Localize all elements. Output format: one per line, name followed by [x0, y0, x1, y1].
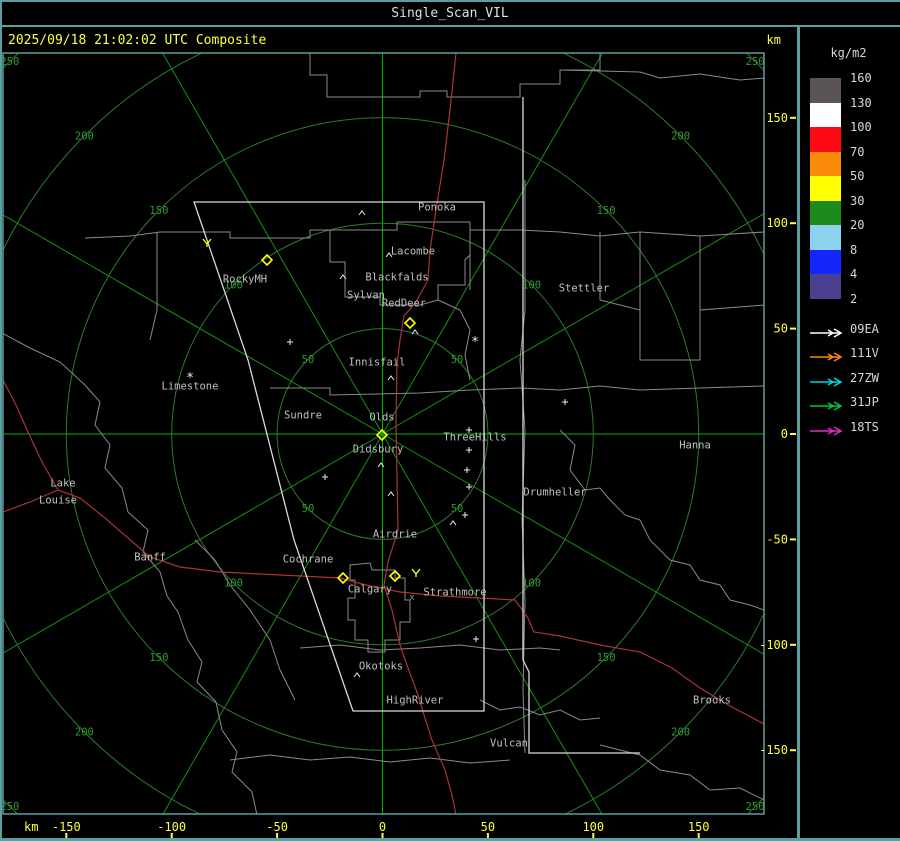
y-axis-tick-label: 0	[781, 427, 788, 441]
map-layers: 50 5050 50100 100100 100150 150150 150200 20020…	[3, 53, 765, 814]
city-label: Vulcan	[490, 738, 528, 750]
track-id-label: 111V	[850, 346, 879, 360]
city-label: Ponoka	[418, 202, 456, 214]
ring-distance-label: 200	[75, 727, 94, 739]
track-arrow-icon	[810, 327, 843, 338]
y-axis-tick-label: -100	[759, 638, 788, 652]
x-marker-icon: x	[409, 593, 415, 603]
track-id-label: 18TS	[850, 419, 879, 434]
legend-color-swatch	[810, 249, 841, 274]
legend-level-value: 70	[850, 144, 865, 159]
legend-level-value: 100	[850, 120, 872, 134]
city-label: Stettler	[559, 283, 610, 295]
track-arrow-icon	[810, 401, 843, 411]
legend-color-swatch	[810, 200, 841, 225]
legend-level-value: 160	[850, 71, 872, 85]
asterisk-marker-icon: *	[471, 335, 479, 350]
x-axis-tick-label: 0	[379, 820, 386, 834]
city-label: Sundre	[284, 410, 322, 422]
x-axis-tick-label: 150	[688, 820, 710, 834]
ring-distance-label: 50	[451, 354, 464, 366]
legend-level-value: 2	[850, 291, 858, 306]
city-label: Olds	[369, 412, 394, 424]
city-label: Lake	[50, 478, 75, 490]
ring-distance-label: 200	[75, 130, 94, 142]
city-label: Sylvan	[347, 290, 385, 302]
ring-distance-label: 150	[597, 205, 616, 217]
y-axis-tick-label: 150	[766, 111, 788, 125]
radar-map-canvas[interactable]: 50 5050 50100 100100 100150 150150 150200 20020…	[0, 0, 900, 841]
asterisk-marker-icon: *	[186, 371, 194, 386]
city-label: Cochrane	[283, 554, 334, 566]
city-label: Airdrie	[373, 529, 417, 541]
city-label: Banff	[134, 552, 166, 564]
x-axis-tick-label: 100	[582, 820, 604, 834]
city-label: RockyMH	[223, 274, 267, 286]
x-axis-tick-label: -100	[157, 820, 186, 834]
legend-color-swatch	[810, 127, 841, 152]
ring-distance-label: 50	[302, 354, 315, 366]
track-id-label: 27ZW	[850, 370, 879, 385]
city-label: Didsbury	[353, 444, 404, 456]
ring-distance-label: 50	[451, 503, 464, 515]
legend-level-value: 4	[850, 267, 858, 281]
city-label: Lacombe	[391, 246, 435, 258]
y-axis-tick-label: 100	[766, 216, 788, 230]
ring-distance-label: 150	[149, 205, 168, 217]
legend-unit-label: kg/m2	[830, 46, 867, 60]
x-axis-tick-label: 50	[481, 820, 495, 834]
track-id-label: 09EA	[850, 321, 879, 336]
legend-panel: kg/m2 160 130 100 70 50 30 20 8 4 2 09EA 111V 27ZW 31…	[800, 28, 900, 838]
legend-level-value: 30	[850, 193, 865, 208]
ring-distance-label: 200	[671, 130, 690, 142]
city-label: Hanna	[679, 440, 711, 452]
ring-distance-label: 100	[224, 578, 243, 590]
ring-distance-label: 250	[746, 56, 765, 68]
legend-level-value: 20	[850, 218, 865, 232]
track-id-label: 31JP	[850, 395, 879, 409]
city-label: Brooks	[693, 695, 731, 707]
legend-level-value: 130	[850, 95, 872, 110]
legend-color-swatch	[810, 176, 841, 201]
track-arrow-icon	[810, 425, 843, 436]
legend-color-swatch	[810, 151, 841, 176]
legend-color-swatch	[810, 78, 841, 103]
y-axis-tick-label: -50	[766, 532, 788, 546]
city-label: Innisfail	[349, 357, 406, 369]
ring-distance-label: 50	[302, 503, 315, 515]
city-label: Strathmore	[423, 587, 486, 599]
radar-app-window: { "window": { "title": "Single_Scan_VIL"…	[0, 0, 900, 841]
y-axis-tick-label: -150	[759, 743, 788, 757]
legend-color-swatch	[810, 274, 841, 299]
ring-distance-label: 100	[522, 578, 541, 590]
ring-distance-label: 150	[149, 652, 168, 664]
x-axis-tick-label: -50	[266, 820, 288, 834]
ring-distance-label: 250	[746, 801, 765, 813]
track-arrow-icon	[810, 352, 843, 362]
track-arrow-icon	[810, 376, 843, 387]
legend-level-value: 50	[850, 169, 865, 183]
ring-distance-label: 100	[522, 279, 541, 291]
city-label: Louise	[39, 495, 77, 507]
ring-distance-label: 150	[597, 652, 616, 664]
city-label: Okotoks	[359, 661, 403, 673]
legend-color-swatch	[810, 225, 841, 250]
city-label: ThreeHills	[443, 432, 506, 444]
city-label: Drumheller	[523, 487, 586, 499]
y-axis-tick-label: 50	[774, 322, 788, 336]
legend-color-swatch	[810, 102, 841, 127]
city-label: Blackfalds	[365, 272, 428, 284]
city-label: HighRiver	[387, 695, 444, 707]
legend-level-value: 8	[850, 242, 858, 257]
ring-distance-label: 200	[671, 727, 690, 739]
city-label: RedDeer	[382, 298, 426, 310]
x-axis-tick-label: -150	[52, 820, 81, 834]
city-label: Calgary	[348, 584, 392, 596]
